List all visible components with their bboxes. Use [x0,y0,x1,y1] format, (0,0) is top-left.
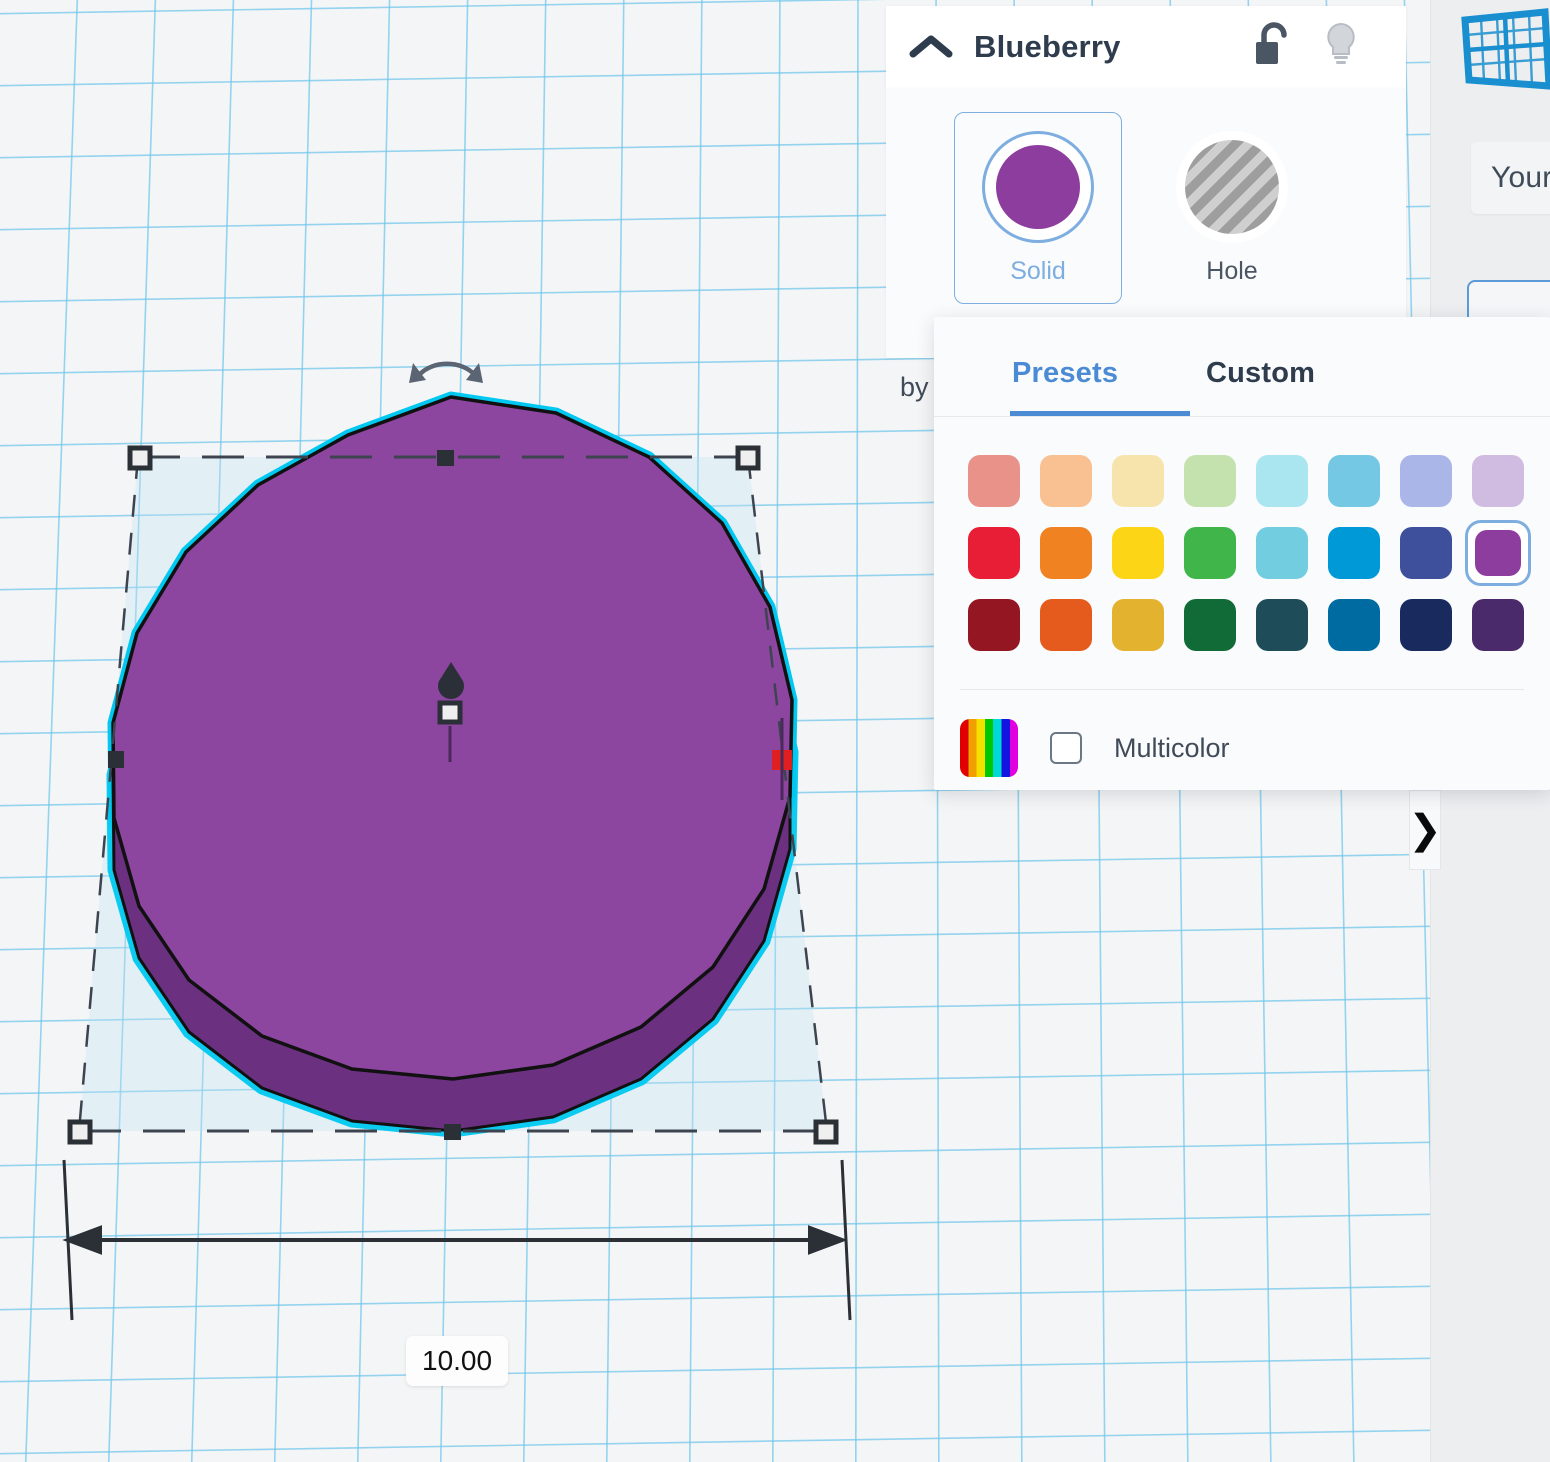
swatch-fill [1184,527,1236,579]
swatch-fill [1040,455,1092,507]
swatch-fill [1400,455,1452,507]
color-swatch-dark-5[interactable] [1318,589,1390,661]
swatch-fill [968,599,1020,651]
swatch-fill [1400,527,1452,579]
multicolor-row: Multicolor [960,719,1230,777]
swatch-fill [1184,455,1236,507]
multicolor-checkbox[interactable] [1050,732,1082,764]
swatch-fill [1256,599,1308,651]
color-picker-dropdown: Presets Custom Multicolor [934,317,1550,790]
swatch-fill [1040,599,1092,651]
swatch-fill [1400,599,1452,651]
swatch-fill [1112,527,1164,579]
color-swatch-pastel-2[interactable] [1102,445,1174,517]
tab-custom[interactable]: Custom [1206,357,1315,390]
color-swatch-bright-6[interactable] [1390,517,1462,589]
swatch-fill [1328,599,1380,651]
swatch-fill [1472,599,1524,651]
color-swatch-pastel-4[interactable] [1246,445,1318,517]
shape-name-title: Blueberry [974,29,1121,65]
unlock-icon[interactable] [1252,22,1292,73]
workplane-grid-icon[interactable] [1459,8,1550,103]
swatch-fill [1112,599,1164,651]
active-tab-underline [1010,411,1190,416]
color-swatch-bright-4[interactable] [1246,517,1318,589]
mode-hole-label: Hole [1206,257,1257,286]
color-swatch-dark-7[interactable] [1462,589,1534,661]
color-swatch-dark-4[interactable] [1246,589,1318,661]
lightbulb-icon[interactable] [1322,21,1360,74]
swatch-fill [1112,455,1164,507]
color-swatch-pastel-0[interactable] [958,445,1030,517]
color-swatch-dark-3[interactable] [1174,589,1246,661]
hole-hatch-icon [1185,140,1279,234]
preset-swatch-grid [958,445,1534,661]
color-swatch-dark-6[interactable] [1390,589,1462,661]
tab-presets[interactable]: Presets [1012,357,1118,390]
dropdown-divider [960,689,1524,690]
swatch-fill [1256,455,1308,507]
mode-solid-label: Solid [1010,257,1066,286]
color-swatch-bright-7[interactable] [1462,517,1534,589]
solid-color-dot [996,145,1080,229]
rainbow-swatch-icon[interactable] [960,719,1018,777]
chevron-up-icon[interactable] [904,32,958,62]
swatch-fill [968,527,1020,579]
hole-preview [1176,131,1288,243]
solid-hole-toggle: Solid Hole [954,112,1316,304]
color-swatch-dark-0[interactable] [958,589,1030,661]
swatch-fill [1328,527,1380,579]
color-swatch-pastel-3[interactable] [1174,445,1246,517]
selected-swatch-ring [1465,520,1531,586]
swatch-fill [1184,599,1236,651]
width-dimension-arrow [64,1160,850,1320]
color-swatch-bright-2[interactable] [1102,517,1174,589]
chevron-right-icon[interactable]: ❯ [1409,790,1441,870]
swatch-fill [968,455,1020,507]
mode-solid[interactable]: Solid [954,112,1122,304]
tinkercad-editor: 10.00 [0,0,1550,1462]
swatch-fill [1256,527,1308,579]
color-swatch-dark-2[interactable] [1102,589,1174,661]
color-swatch-bright-1[interactable] [1030,517,1102,589]
your-collection-field[interactable]: Your C [1471,142,1550,214]
color-swatch-bright-3[interactable] [1174,517,1246,589]
solid-preview [982,131,1094,243]
mode-hole[interactable]: Hole [1148,112,1316,304]
swatch-fill [1328,455,1380,507]
swatch-fill [1472,455,1524,507]
color-tabs: Presets Custom [934,317,1550,417]
width-dimension-label[interactable]: 10.00 [406,1336,508,1386]
color-swatch-dark-1[interactable] [1030,589,1102,661]
color-swatch-bright-0[interactable] [958,517,1030,589]
multicolor-label: Multicolor [1114,733,1230,764]
color-swatch-pastel-1[interactable] [1030,445,1102,517]
rotate-handle [409,363,483,383]
color-swatch-bright-5[interactable] [1318,517,1390,589]
inspector-header: Blueberry [886,6,1406,88]
swatch-fill [1040,527,1092,579]
color-swatch-pastel-5[interactable] [1318,445,1390,517]
color-swatch-pastel-7[interactable] [1462,445,1534,517]
color-swatch-pastel-6[interactable] [1390,445,1462,517]
swatch-fill [1475,530,1521,576]
